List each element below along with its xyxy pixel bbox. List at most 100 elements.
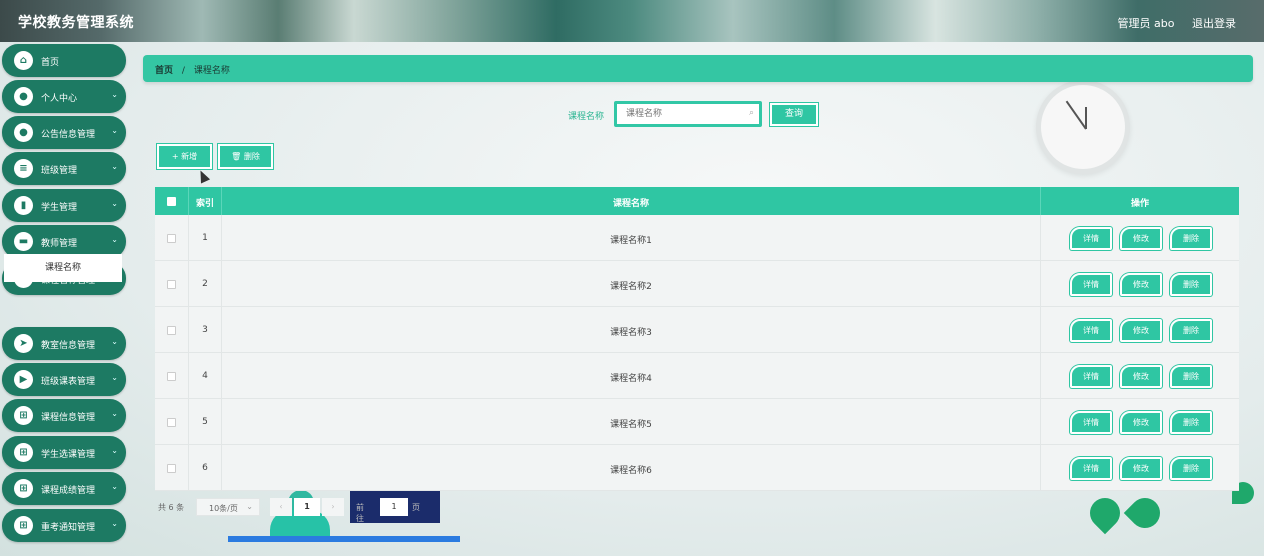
sidebar-item[interactable]: ⊞ 重考通知管理 ⌄ xyxy=(2,509,126,542)
list-icon: ≡ xyxy=(14,159,33,178)
row-index: 6 xyxy=(202,463,208,473)
table-row: 2 课程名称2 详情 修改 删除 xyxy=(155,261,1239,307)
page-size-select[interactable]: 10条/页 ⌄ xyxy=(196,498,260,516)
current-user: 管理员 abo xyxy=(1117,17,1175,30)
table-row: 4 课程名称4 详情 修改 删除 xyxy=(155,353,1239,399)
submenu-item-course-name[interactable]: 课程名称 xyxy=(4,254,122,282)
detail-button[interactable]: 详情 xyxy=(1070,273,1112,296)
sidebar-item-label: 课程信息管理 xyxy=(41,413,96,423)
next-page-button[interactable]: › xyxy=(322,498,344,516)
sidebar-item[interactable]: ⊞ 学生选课管理 ⌄ xyxy=(2,436,126,469)
chevron-down-icon: ⌄ xyxy=(111,446,118,455)
sidebar-item-label: 个人中心 xyxy=(41,94,78,104)
table-row: 3 课程名称3 详情 修改 删除 xyxy=(155,307,1239,353)
sidebar-item-label: 重考通知管理 xyxy=(41,523,96,533)
row-course-name: 课程名称3 xyxy=(610,328,652,338)
select-all-checkbox[interactable] xyxy=(167,197,176,206)
app-header: 学校教务管理系统 管理员 abo 退出登录 xyxy=(0,0,1264,42)
row-checkbox[interactable] xyxy=(167,326,176,335)
table-row: 6 课程名称6 详情 修改 删除 xyxy=(155,445,1239,491)
row-delete-button[interactable]: 删除 xyxy=(1170,319,1212,342)
row-checkbox[interactable] xyxy=(167,418,176,427)
chevron-down-icon: ⌄ xyxy=(111,235,118,244)
sidebar-item-label: 公告信息管理 xyxy=(41,130,96,140)
row-checkbox[interactable] xyxy=(167,234,176,243)
sidebar-item[interactable]: ▮ 学生管理 ⌄ xyxy=(2,189,126,222)
sidebar-item[interactable]: ➤ 教室信息管理 ⌄ xyxy=(2,327,126,360)
breadcrumb-separator: / xyxy=(181,66,185,76)
row-course-name: 课程名称6 xyxy=(610,466,652,476)
detail-button[interactable]: 详情 xyxy=(1070,227,1112,250)
chevron-down-icon: ⌄ xyxy=(111,482,118,491)
app-title: 学校教务管理系统 xyxy=(18,15,134,31)
row-delete-button[interactable]: 删除 xyxy=(1170,457,1212,480)
row-index: 2 xyxy=(202,279,208,289)
sidebar-item-label: 班级课表管理 xyxy=(41,377,96,387)
sidebar-item[interactable]: ⌂ 首页 xyxy=(2,44,126,77)
delete-button[interactable]: 🗑 删除 xyxy=(218,144,273,169)
sidebar-item[interactable]: ▶ 班级课表管理 ⌄ xyxy=(2,363,126,396)
goto-input[interactable]: 1 xyxy=(380,498,408,516)
detail-button[interactable]: 详情 xyxy=(1070,319,1112,342)
row-checkbox[interactable] xyxy=(167,464,176,473)
search-label: 课程名称 xyxy=(568,112,605,122)
breadcrumb: 首页 / 课程名称 xyxy=(143,55,1253,82)
search-input[interactable] xyxy=(617,104,759,124)
sidebar-item-label: 教师管理 xyxy=(41,239,78,249)
search-icon: ⌕ xyxy=(748,108,754,118)
chevron-down-icon: ⌄ xyxy=(246,502,253,511)
edit-button[interactable]: 修改 xyxy=(1120,411,1162,434)
sidebar-item[interactable]: ⊞ 课程成绩管理 ⌄ xyxy=(2,472,126,505)
edit-button[interactable]: 修改 xyxy=(1120,227,1162,250)
sidebar-item-label: 首页 xyxy=(41,58,60,68)
row-delete-button[interactable]: 删除 xyxy=(1170,227,1212,250)
row-checkbox[interactable] xyxy=(167,372,176,381)
chevron-down-icon: ⌄ xyxy=(111,337,118,346)
sidebar-item[interactable]: ≡ 班级管理 ⌄ xyxy=(2,152,126,185)
row-delete-button[interactable]: 删除 xyxy=(1170,365,1212,388)
row-course-name: 课程名称1 xyxy=(610,236,652,246)
page-number[interactable]: 1 xyxy=(294,498,320,516)
table-row: 5 课程名称5 详情 修改 删除 xyxy=(155,399,1239,445)
video-icon: ▶ xyxy=(14,370,33,389)
chevron-down-icon: ⌄ xyxy=(111,162,118,171)
breadcrumb-current: 课程名称 xyxy=(193,66,230,76)
detail-button[interactable]: 详情 xyxy=(1070,411,1112,434)
header-ops: 操作 xyxy=(1130,199,1149,209)
sidebar: ⌂ 首页 ● 个人中心 ⌄ ● 公告信息管理 ⌄ ≡ 班级管理 ⌄ ▮ 学生管理 ⌄ ▬ 教师管理 ⌄ ⊞ 课程名称… xyxy=(0,42,128,556)
detail-button[interactable]: 详情 xyxy=(1070,457,1112,480)
logout-link[interactable]: 退出登录 xyxy=(1192,17,1236,30)
table-body: 1 课程名称1 详情 修改 删除 2 课程名称2 详情 修改 删除 3 课程名称3 详情 修改 删除 4 课程名… xyxy=(155,215,1239,491)
row-delete-button[interactable]: 删除 xyxy=(1170,273,1212,296)
row-checkbox[interactable] xyxy=(167,280,176,289)
grid-icon: ⊞ xyxy=(14,516,33,535)
breadcrumb-home[interactable]: 首页 xyxy=(155,66,173,76)
search-button[interactable]: 查询 xyxy=(770,103,818,126)
course-table: 索引 课程名称 操作 1 课程名称1 详情 修改 删除 2 课程名称2 详情 修改 删除 3 课程名称… xyxy=(155,187,1239,491)
edit-button[interactable]: 修改 xyxy=(1120,273,1162,296)
detail-button[interactable]: 详情 xyxy=(1070,365,1112,388)
row-course-name: 课程名称5 xyxy=(610,420,652,430)
edit-button[interactable]: 修改 xyxy=(1120,365,1162,388)
edit-button[interactable]: 修改 xyxy=(1120,457,1162,480)
sidebar-item[interactable]: ⊞ 课程信息管理 ⌄ xyxy=(2,399,126,432)
header-name: 课程名称 xyxy=(612,199,649,209)
grid-icon: ⊞ xyxy=(14,479,33,498)
sidebar-item[interactable]: ● 公告信息管理 ⌄ xyxy=(2,116,126,149)
chevron-down-icon: ⌄ xyxy=(111,126,118,135)
row-delete-button[interactable]: 删除 xyxy=(1170,411,1212,434)
user-icon: ● xyxy=(14,123,33,142)
total-count: 共 6 条 xyxy=(158,503,185,512)
search-field[interactable]: ⌕ xyxy=(614,101,762,127)
row-course-name: 课程名称4 xyxy=(610,374,652,384)
sidebar-item[interactable]: ● 个人中心 ⌄ xyxy=(2,80,126,113)
row-index: 1 xyxy=(202,233,208,243)
chevron-down-icon: ⌄ xyxy=(111,373,118,382)
goto-label: 前往 xyxy=(356,503,364,523)
prev-page-button[interactable]: ‹ xyxy=(270,498,292,516)
sidebar-item-label: 班级管理 xyxy=(41,166,78,176)
edit-button[interactable]: 修改 xyxy=(1120,319,1162,342)
clock-illustration xyxy=(1036,80,1130,174)
add-button[interactable]: + 新增 xyxy=(157,144,212,169)
row-index: 5 xyxy=(202,417,208,427)
